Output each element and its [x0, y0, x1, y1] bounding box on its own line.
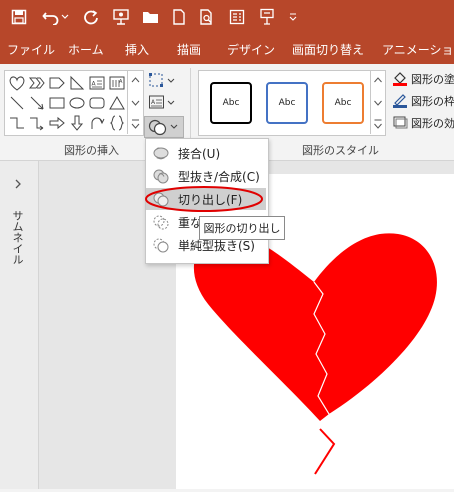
- tab-insert[interactable]: 挿入: [125, 41, 149, 58]
- shape-styles-scrollbar[interactable]: [370, 70, 385, 134]
- shape-style-2[interactable]: Abc: [266, 82, 308, 124]
- shape-fill-label: 図形の塗: [411, 73, 454, 86]
- new-icon[interactable]: [168, 6, 190, 28]
- style-sample-text: Abc: [334, 98, 352, 108]
- shape-style-3[interactable]: Abc: [322, 82, 364, 124]
- brace-shape-icon[interactable]: [108, 114, 126, 132]
- quick-access-toolbar: [0, 0, 454, 34]
- redo-icon[interactable]: [80, 6, 102, 28]
- open-icon[interactable]: [140, 6, 162, 28]
- style-sample-text: Abc: [222, 98, 240, 108]
- elbow-connector-shape-icon[interactable]: [8, 114, 26, 132]
- svg-text:A: A: [92, 81, 97, 88]
- combine-icon: [152, 167, 170, 185]
- line-shape-icon[interactable]: [8, 94, 26, 112]
- pen-icon: [392, 92, 408, 111]
- shape-effects-button[interactable]: 図形の効: [392, 114, 454, 132]
- slides-icon[interactable]: [226, 6, 248, 28]
- shapes-gallery-scrollbar[interactable]: [127, 70, 143, 134]
- chevron-shape-icon[interactable]: [28, 74, 46, 92]
- tab-animations[interactable]: アニメーション: [382, 41, 454, 58]
- menu-item-combine[interactable]: 型抜き/合成(C): [146, 165, 266, 187]
- subtract-icon: [152, 236, 170, 254]
- menu-item-union[interactable]: 接合(U): [146, 142, 266, 164]
- rectangle-shape-icon[interactable]: [48, 94, 66, 112]
- paint-bucket-icon: [392, 70, 408, 89]
- down-arrow-shape-icon[interactable]: [68, 114, 86, 132]
- insert-shapes-group-label: 図形の挿入: [64, 144, 119, 157]
- highlight-ellipse: [144, 185, 264, 213]
- heart-shape-icon[interactable]: [8, 74, 26, 92]
- triangle-shape-icon[interactable]: [68, 74, 86, 92]
- tab-design[interactable]: デザイン: [227, 41, 275, 58]
- tab-transitions[interactable]: 画面切り替え: [292, 41, 364, 58]
- arrow-line-shape-icon[interactable]: [28, 94, 46, 112]
- merge-shapes-button[interactable]: [144, 116, 184, 138]
- print-preview-icon[interactable]: [196, 6, 218, 28]
- text-box-button[interactable]: A: [148, 94, 178, 110]
- tooltip: 図形の切り出し: [199, 216, 285, 240]
- presenter-icon[interactable]: [110, 6, 132, 28]
- elbow-arrow-connector-shape-icon[interactable]: [28, 114, 46, 132]
- shape-styles-group-label: 図形のスタイル: [302, 144, 379, 157]
- shape-outline-label: 図形の枠: [411, 95, 454, 108]
- undo-dropdown-icon[interactable]: [60, 6, 70, 28]
- effects-icon: [392, 114, 408, 133]
- textbox-shape-icon[interactable]: A: [88, 74, 106, 92]
- curved-arrow-shape-icon[interactable]: [88, 114, 106, 132]
- menu-item-label: 型抜き/合成(C): [178, 169, 260, 184]
- ribbon-tabs: ファイル ホーム 挿入 描画 デザイン 画面切り替え アニメーション: [0, 34, 454, 64]
- menu-item-label: 接合(U): [178, 146, 221, 161]
- shape-outline-button[interactable]: 図形の枠: [392, 92, 454, 110]
- right-arrow-shape-icon[interactable]: [48, 114, 66, 132]
- intersect-icon: [152, 213, 170, 231]
- style-sample-text: Abc: [278, 98, 296, 108]
- customize-qat-icon[interactable]: [286, 6, 300, 28]
- union-icon: [152, 144, 170, 162]
- touch-mode-icon[interactable]: [256, 6, 278, 28]
- vertical-textbox-shape-icon[interactable]: A: [108, 74, 126, 92]
- svg-text:A: A: [119, 79, 123, 85]
- shape-fill-button[interactable]: 図形の塗: [392, 70, 454, 88]
- tab-home[interactable]: ホーム: [68, 41, 104, 58]
- tab-draw[interactable]: 描画: [177, 41, 201, 58]
- isosceles-triangle-shape-icon[interactable]: [108, 94, 126, 112]
- edit-shape-button[interactable]: [148, 72, 178, 88]
- undo-icon[interactable]: [40, 6, 62, 28]
- save-icon[interactable]: [8, 6, 30, 28]
- rounded-rectangle-shape-icon[interactable]: [88, 94, 106, 112]
- svg-text:A: A: [151, 99, 156, 106]
- shape-effects-label: 図形の効: [411, 117, 454, 130]
- pentagon-arrow-shape-icon[interactable]: [48, 74, 66, 92]
- oval-shape-icon[interactable]: [68, 94, 86, 112]
- chevron-right-icon[interactable]: [11, 177, 25, 191]
- tab-file[interactable]: ファイル: [7, 41, 55, 58]
- shape-style-1[interactable]: Abc: [210, 82, 252, 124]
- thumbnail-pane-label: サムネイル: [11, 210, 24, 265]
